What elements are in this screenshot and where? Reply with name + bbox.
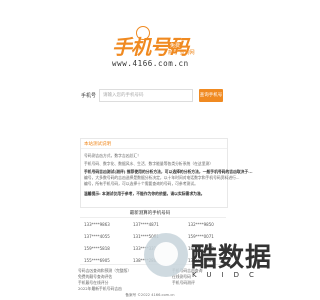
info-line: 手机号码、数字化、数据风水、生活、数字能量等各类分析系统（在这里测） xyxy=(84,161,214,166)
site-header: 手机号码 免费 靓号 查询网 www.4166.com.cn xyxy=(0,0,300,82)
phone-search-input[interactable]: 请输入您的手机号码 xyxy=(99,89,193,102)
watermark-logo-inner xyxy=(154,242,178,266)
number-link[interactable]: 133****9863 xyxy=(84,222,110,227)
numbers-section-title: 最新测算的手机号码 xyxy=(129,211,171,216)
divider xyxy=(81,148,227,149)
watermark: 酷数据 KUIDC xyxy=(144,229,272,297)
info-panel: 本站测试说明 号码测吉凶方式，数字吉凶总汇！ 手机号码、数字化、数据风水、生活、… xyxy=(80,138,253,208)
number-link[interactable]: 132****9850 xyxy=(188,222,214,227)
logo-badge: 免费 xyxy=(168,42,183,49)
logo-subtitle: 靓号 查询网 xyxy=(168,50,195,56)
watermark-subtext: KUIDC xyxy=(192,271,264,279)
info-line: 号码测吉凶方式，数字吉凶总汇！ xyxy=(84,153,141,158)
site-domain: www.4166.com.cn xyxy=(112,59,189,68)
divider xyxy=(80,217,226,218)
watermark-text: 酷数据 xyxy=(191,243,273,273)
info-line: 温馨提示: 本测试仅用于参考，不能作为你的依据，请以实际需求为准。 xyxy=(84,191,205,196)
info-title: 本站测试说明 xyxy=(84,142,111,147)
number-link[interactable]: 137****4871 xyxy=(133,222,159,227)
footer: 备案号 ©2022 4166.com.cn xyxy=(125,293,175,297)
search-label: 手机号 xyxy=(81,93,97,99)
sim-card-icon xyxy=(136,26,150,40)
number-link[interactable]: 159****5818 xyxy=(84,246,110,251)
article-link[interactable]: 2022年最新手机号码吉凶 xyxy=(78,286,122,292)
number-link[interactable]: 155****6905 xyxy=(84,258,110,263)
number-link[interactable]: 137****4055 xyxy=(84,234,110,239)
info-line: 编号，所有手机号码，可以选择十个需要查询的号码，可参考测试。 xyxy=(84,181,198,186)
search-bar: 手机号 请输入您的手机号码 查询手机号 xyxy=(0,88,300,106)
search-button[interactable]: 查询手机号 xyxy=(199,89,223,102)
